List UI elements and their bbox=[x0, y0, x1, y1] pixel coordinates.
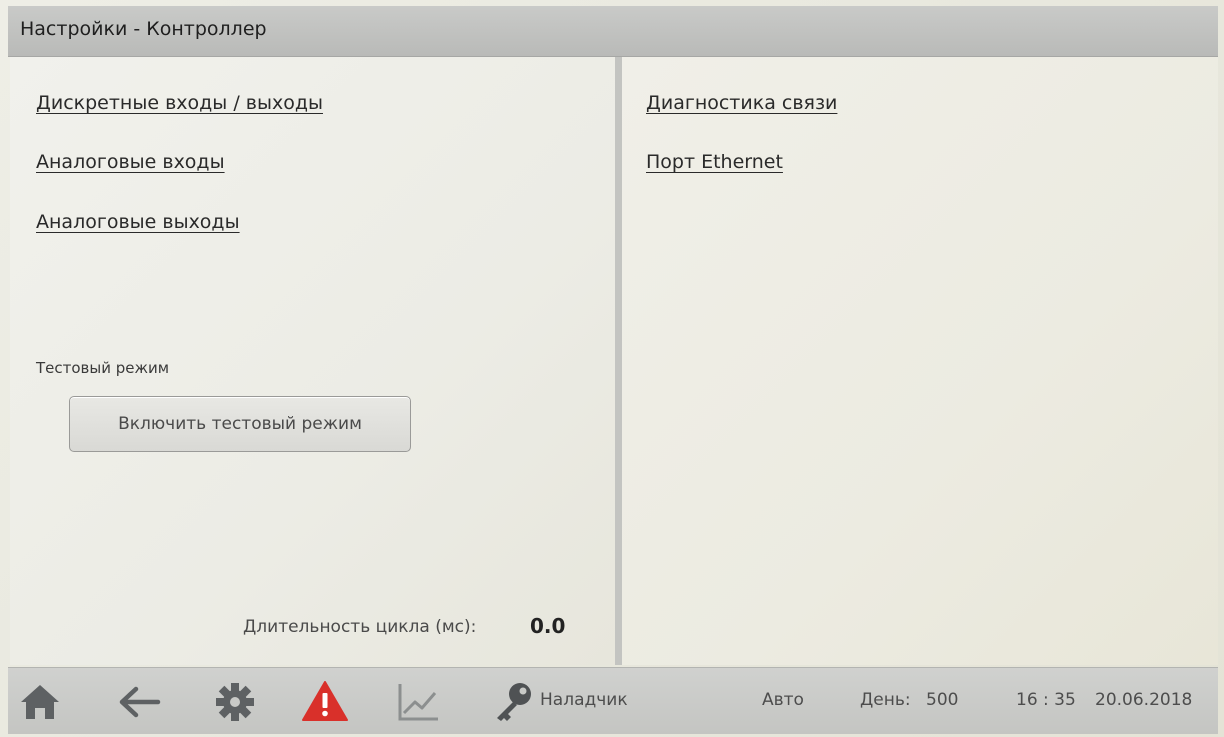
warning-icon[interactable] bbox=[301, 680, 349, 726]
home-icon[interactable] bbox=[18, 682, 62, 726]
test-mode-label: Тестовый режим bbox=[36, 359, 170, 377]
right-panel: Диагностика связи Порт Ethernet bbox=[622, 57, 1218, 665]
title-bar: Настройки - Контроллер bbox=[8, 6, 1218, 57]
clock-date: 20.06.2018 bbox=[1095, 690, 1193, 710]
link-analog-outputs[interactable]: Аналоговые выходы bbox=[36, 211, 240, 233]
chart-icon[interactable] bbox=[395, 681, 441, 727]
bottom-bar: Наладчик Авто День: 500 16 : 35 20.06.20… bbox=[8, 667, 1218, 734]
key-icon[interactable] bbox=[492, 680, 536, 726]
link-discrete-io[interactable]: Дискретные входы / выходы bbox=[36, 92, 323, 114]
day-counter-label: День: bbox=[860, 690, 911, 710]
user-role-text: Наладчик bbox=[540, 690, 628, 710]
back-arrow-icon[interactable] bbox=[118, 684, 162, 724]
controller-settings-screen: Настройки - Контроллер Дискретные входы … bbox=[0, 0, 1224, 737]
cycle-duration-value: 0.0 bbox=[530, 614, 566, 638]
enable-test-mode-button[interactable]: Включить тестовый режим bbox=[69, 396, 411, 452]
gear-icon[interactable] bbox=[215, 682, 255, 726]
link-ethernet-port[interactable]: Порт Ethernet bbox=[646, 151, 783, 173]
link-comm-diagnostics[interactable]: Диагностика связи bbox=[646, 92, 837, 114]
link-analog-inputs[interactable]: Аналоговые входы bbox=[36, 151, 225, 173]
mode-status-text: Авто bbox=[762, 690, 804, 710]
left-panel: Дискретные входы / выходы Аналоговые вхо… bbox=[10, 57, 615, 665]
clock-time: 16 : 35 bbox=[1016, 690, 1076, 710]
panel-divider bbox=[615, 57, 622, 665]
page-title: Настройки - Контроллер bbox=[20, 18, 267, 40]
cycle-duration-label: Длительность цикла (мс): bbox=[243, 617, 477, 637]
day-counter-value: 500 bbox=[926, 690, 959, 710]
